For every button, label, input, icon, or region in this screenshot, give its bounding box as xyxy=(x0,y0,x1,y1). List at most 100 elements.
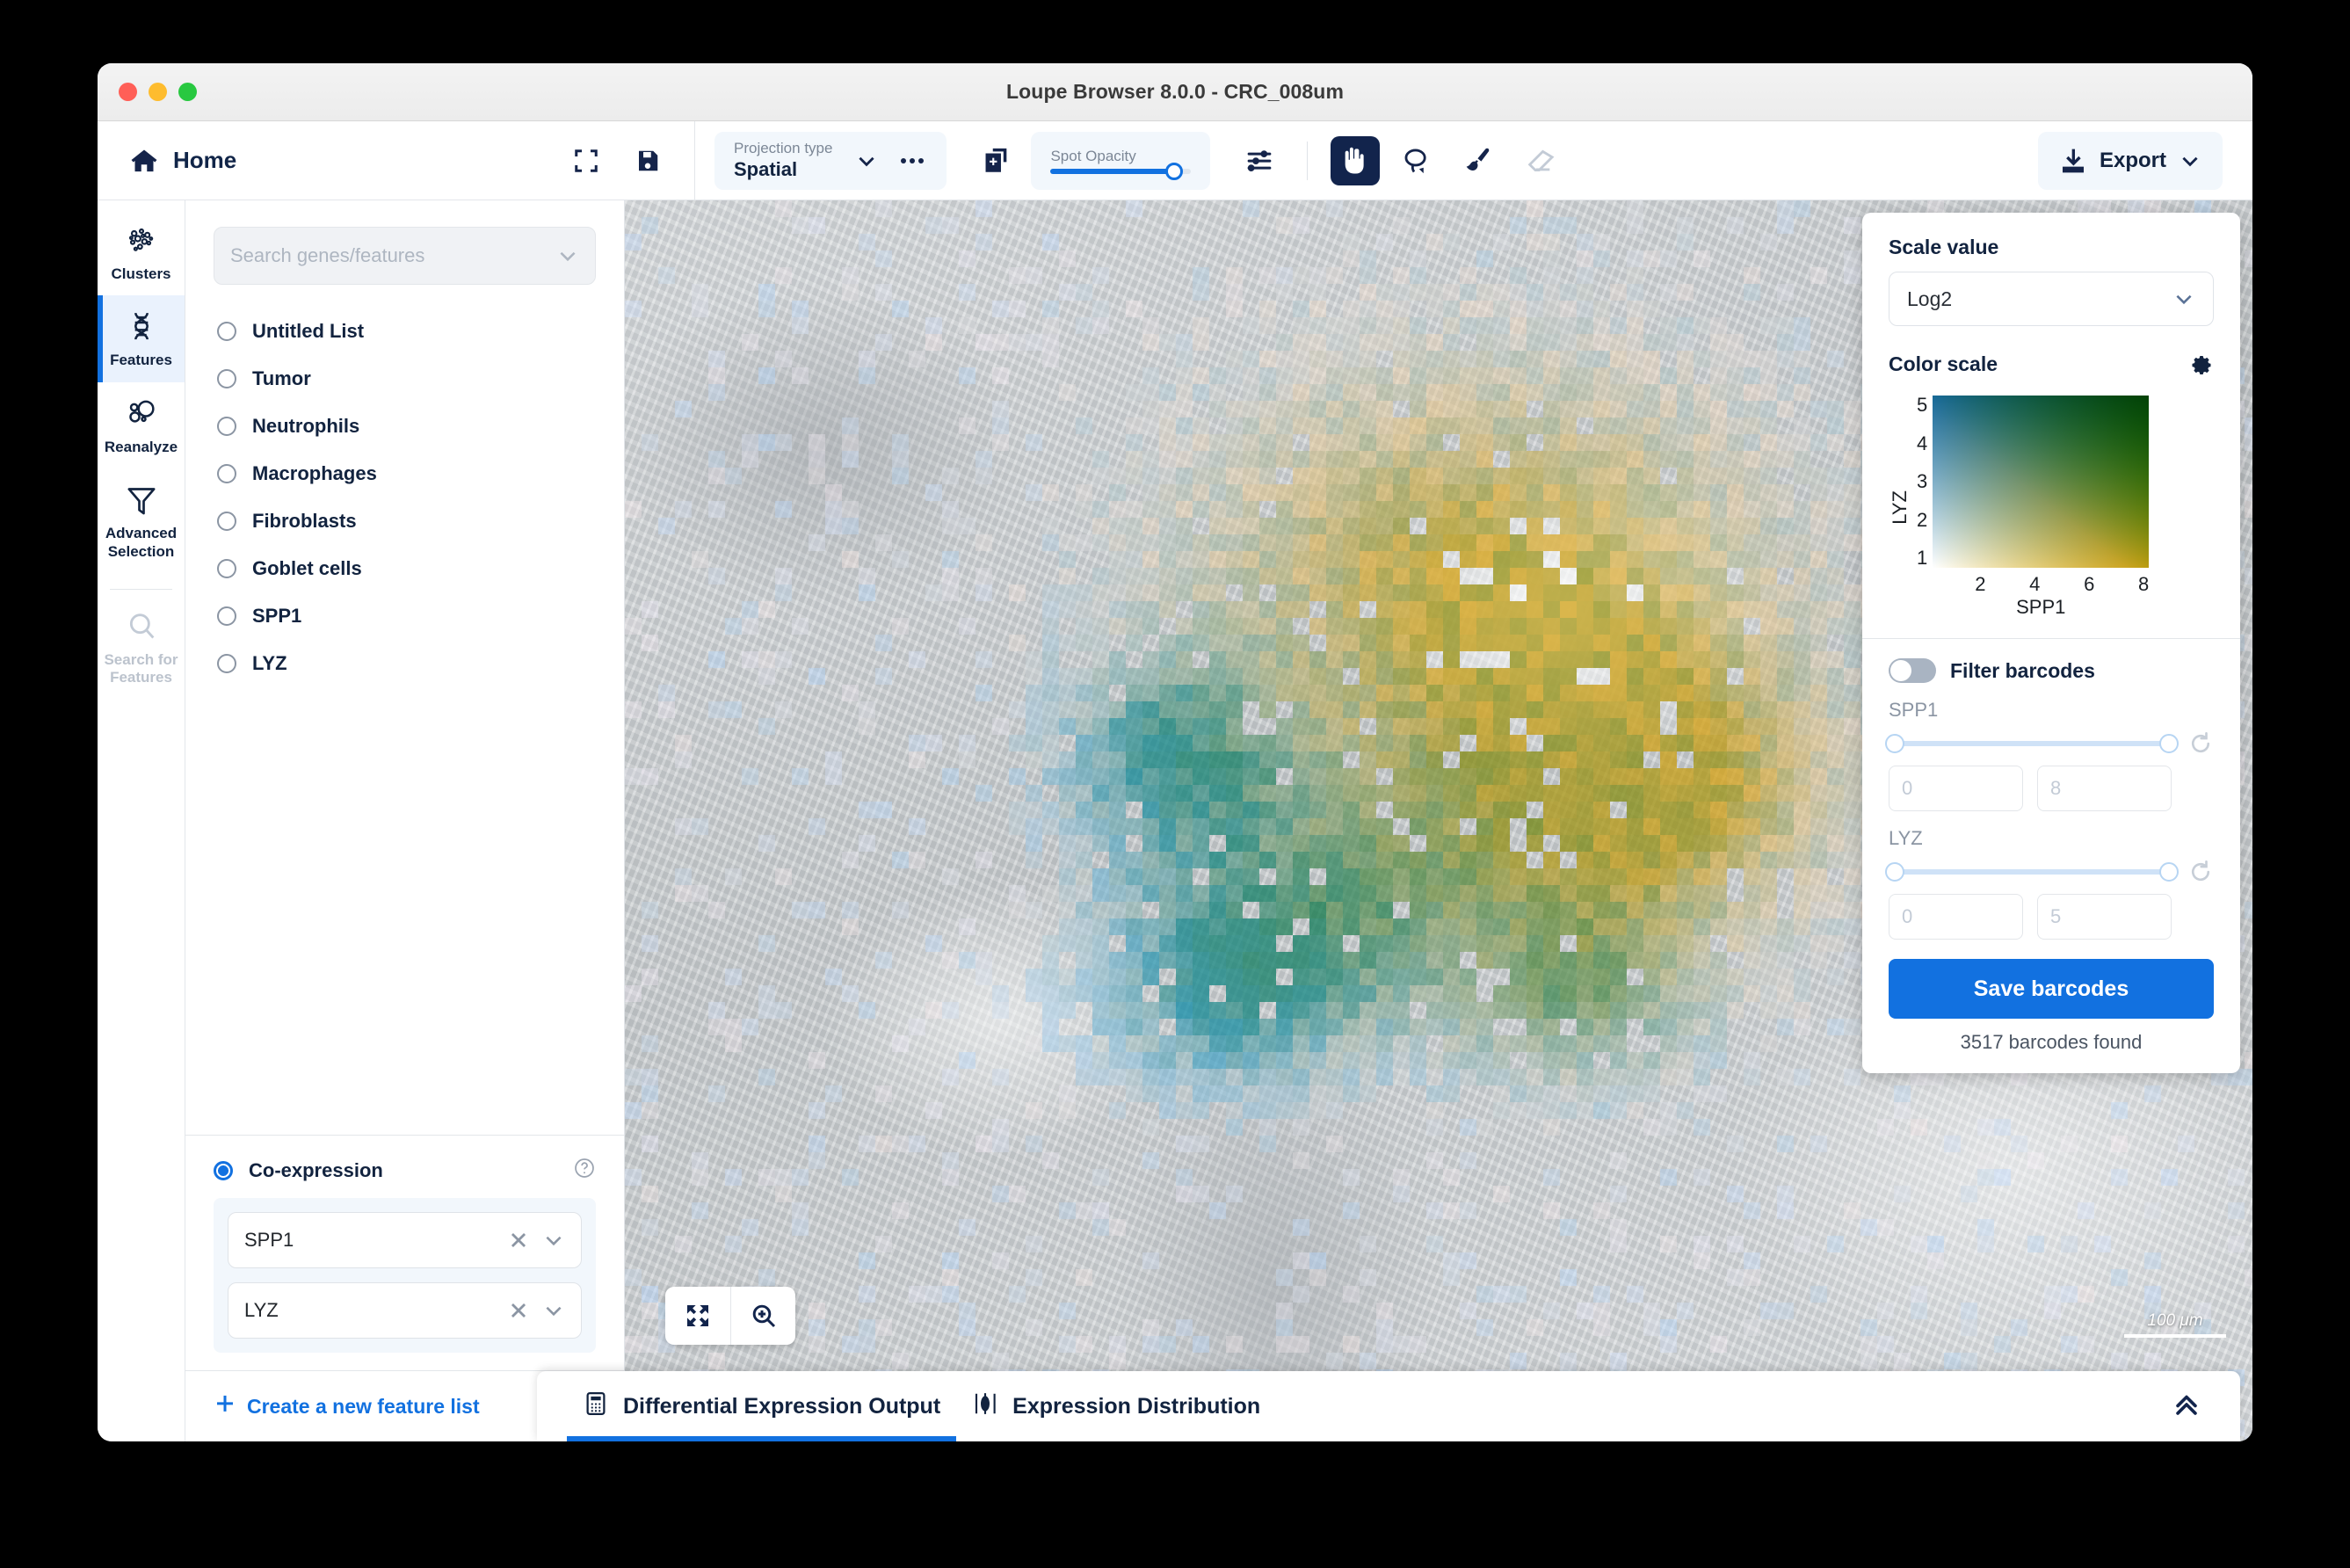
spatial-map[interactable]: 100 μm Scale value Log2 Color scale LYZ … xyxy=(625,200,2252,1441)
spot xyxy=(1694,468,1710,484)
list-item-radio[interactable] xyxy=(217,512,236,531)
range-slider[interactable] xyxy=(1885,862,2179,882)
list-item-radio[interactable] xyxy=(217,464,236,483)
list-item-radio[interactable] xyxy=(217,417,236,436)
list-item[interactable]: SPP1 xyxy=(214,592,596,640)
spot xyxy=(1493,768,1510,785)
spot xyxy=(1493,1002,1510,1019)
create-feature-list-button[interactable]: Create a new feature list xyxy=(214,1392,559,1420)
add-layer-icon[interactable] xyxy=(982,146,1012,176)
spot-opacity-slider[interactable] xyxy=(1050,162,1192,180)
spot xyxy=(1476,451,1493,468)
home-button[interactable]: Home xyxy=(129,146,236,176)
list-item[interactable]: Neutrophils xyxy=(214,403,596,450)
close-icon[interactable] xyxy=(507,1229,530,1252)
sidebar-item-advanced-selection[interactable]: Advanced Selection xyxy=(98,468,185,573)
range-slider[interactable] xyxy=(1885,734,2179,753)
spot xyxy=(1259,551,1276,568)
brush-tool[interactable] xyxy=(1454,136,1503,185)
spot xyxy=(1677,635,1694,651)
lasso-tool[interactable] xyxy=(1392,136,1441,185)
range-knob-min[interactable] xyxy=(1885,734,1904,753)
gear-icon[interactable] xyxy=(2187,349,2214,380)
chevron-down-icon[interactable] xyxy=(542,1299,565,1322)
spot xyxy=(1810,735,1827,751)
spot xyxy=(1376,651,1393,668)
list-item-radio[interactable] xyxy=(217,606,236,626)
close-icon[interactable] xyxy=(507,1299,530,1322)
projection-type-control[interactable]: Projection type Spatial xyxy=(714,131,947,190)
list-item[interactable]: Macrophages xyxy=(214,450,596,497)
gene-select-1[interactable]: SPP1 xyxy=(228,1212,582,1268)
tab-expression-distribution[interactable]: Expression Distribution xyxy=(956,1371,1276,1441)
spot xyxy=(1694,835,1710,852)
gene-select-2[interactable]: LYZ xyxy=(228,1282,582,1339)
reset-icon[interactable] xyxy=(2187,859,2214,885)
spot xyxy=(1193,918,1209,935)
reset-icon[interactable] xyxy=(2187,730,2214,757)
spot xyxy=(1159,551,1176,568)
spot xyxy=(1794,584,1810,601)
spot xyxy=(1142,618,1159,635)
filter-barcodes-toggle[interactable] xyxy=(1889,658,1936,683)
save-barcodes-button[interactable]: Save barcodes xyxy=(1889,959,2214,1019)
pan-tool[interactable] xyxy=(1331,135,1381,185)
scale-value-select[interactable]: Log2 xyxy=(1889,272,2214,326)
sidebar-item-features[interactable]: Features xyxy=(98,295,185,383)
spot xyxy=(1560,701,1577,718)
spot xyxy=(1376,969,1393,985)
save-icon[interactable] xyxy=(635,148,661,174)
spot xyxy=(692,551,708,568)
fullscreen-icon[interactable] xyxy=(573,148,599,174)
spot xyxy=(1777,852,1794,868)
spot xyxy=(1643,367,1660,384)
list-item[interactable]: Fibroblasts xyxy=(214,497,596,545)
list-item[interactable]: LYZ xyxy=(214,640,596,687)
spot xyxy=(1443,835,1460,852)
sidebar-item-reanalyze[interactable]: Reanalyze xyxy=(98,382,185,468)
list-item[interactable]: Untitled List xyxy=(214,308,596,355)
spot-opacity-control[interactable]: Spot Opacity xyxy=(1031,131,1211,190)
range-max-input[interactable]: 8 xyxy=(2037,766,2172,811)
sidebar-item-clusters[interactable]: Clusters xyxy=(98,209,185,295)
question-circle-icon[interactable] xyxy=(573,1157,596,1184)
sidebar-item-search-for-features[interactable]: Search for Features xyxy=(98,595,185,700)
spot xyxy=(1577,835,1593,852)
list-item[interactable]: Goblet cells xyxy=(214,545,596,592)
zoom-in-icon[interactable] xyxy=(730,1287,795,1345)
eraser-tool[interactable] xyxy=(1515,136,1564,185)
tab-differential-expression-output[interactable]: Differential Expression Output xyxy=(567,1371,957,1441)
range-knob-max[interactable] xyxy=(2159,734,2179,753)
list-item-radio[interactable] xyxy=(217,369,236,388)
range-min-input[interactable]: 0 xyxy=(1889,766,2023,811)
coexpression-radio[interactable] xyxy=(214,1160,233,1180)
home-label: Home xyxy=(173,147,237,173)
spot xyxy=(1259,902,1276,918)
spot xyxy=(1410,551,1426,568)
spot xyxy=(1309,1069,1326,1085)
spot xyxy=(1259,384,1276,401)
list-item-radio[interactable] xyxy=(217,559,236,578)
spot xyxy=(1042,584,1059,601)
search-genes-input[interactable]: Search genes/features xyxy=(214,227,596,285)
spot xyxy=(2245,417,2252,434)
list-item[interactable]: Tumor xyxy=(214,355,596,403)
spot xyxy=(1710,317,1727,334)
spot xyxy=(1710,902,1727,918)
chevron-down-icon[interactable] xyxy=(542,1229,565,1252)
list-item-radio[interactable] xyxy=(217,322,236,341)
fit-to-screen-icon[interactable] xyxy=(665,1287,730,1345)
chevron-down-icon[interactable] xyxy=(556,244,579,267)
chevron-down-icon[interactable] xyxy=(855,149,878,172)
export-button[interactable]: Export xyxy=(2037,131,2223,190)
spot xyxy=(1744,367,1760,384)
range-min-input[interactable]: 0 xyxy=(1889,894,2023,940)
range-knob-max[interactable] xyxy=(2159,862,2179,882)
range-knob-min[interactable] xyxy=(1885,862,1904,882)
spot xyxy=(1710,785,1727,802)
ellipsis-icon[interactable] xyxy=(901,157,925,163)
range-max-input[interactable]: 5 xyxy=(2037,894,2172,940)
list-item-radio[interactable] xyxy=(217,654,236,673)
sliders-icon[interactable] xyxy=(1245,147,1273,175)
expand-panel-icon[interactable] xyxy=(2163,1390,2210,1424)
